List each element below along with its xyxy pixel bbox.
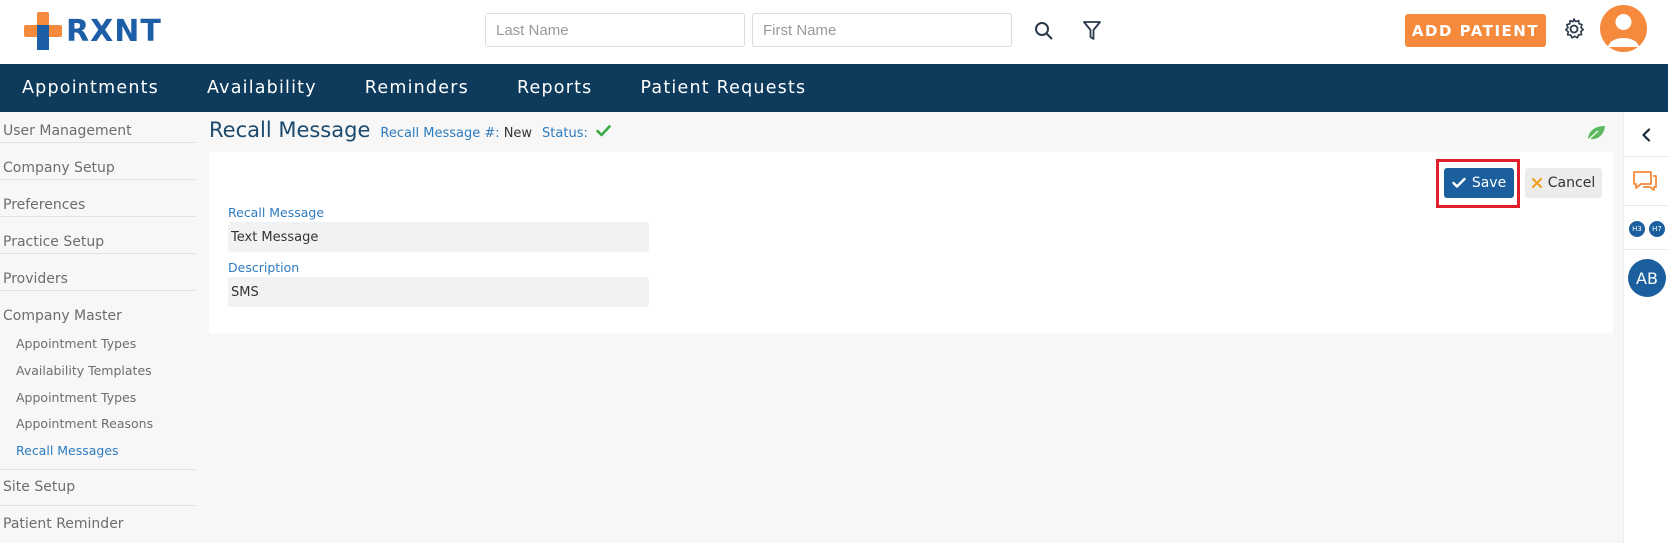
save-button[interactable]: Save	[1444, 168, 1514, 198]
top-header: RXNT ADD PATIENT	[0, 0, 1668, 64]
nav-availability[interactable]: Availability	[207, 78, 317, 98]
sidebar-subitem-availability-templates[interactable]: Availability Templates	[16, 363, 152, 378]
page-title: Recall Message	[209, 118, 371, 142]
sidebar-item-patient-reminder[interactable]: Patient Reminder	[3, 516, 124, 532]
rail-divider	[1623, 156, 1668, 157]
recall-message-label: Recall Message	[228, 205, 325, 220]
add-patient-button[interactable]: ADD PATIENT	[1405, 14, 1546, 47]
brand-name: RXNT	[66, 13, 162, 49]
filter-icon[interactable]	[1078, 17, 1106, 45]
cancel-button[interactable]: Cancel	[1525, 168, 1602, 198]
sidebar-subitem-appointment-types-2[interactable]: Appointment Types	[16, 390, 136, 405]
sidebar-divider	[0, 505, 196, 506]
sidebar-divider	[0, 253, 196, 254]
badge-h7[interactable]: H7	[1649, 221, 1665, 237]
badge-h3[interactable]: H3	[1629, 221, 1645, 237]
sidebar-item-providers[interactable]: Providers	[3, 271, 68, 287]
cancel-button-label: Cancel	[1547, 175, 1596, 191]
description-label: Description	[228, 260, 300, 275]
settings-sidebar: User Management Company Setup Preference…	[0, 112, 196, 543]
sidebar-item-site-setup[interactable]: Site Setup	[3, 479, 75, 495]
chevron-left-icon[interactable]	[1636, 125, 1656, 145]
sidebar-subitem-appointment-reasons[interactable]: Appointment Reasons	[16, 416, 153, 431]
sidebar-item-practice-setup[interactable]: Practice Setup	[3, 234, 104, 250]
description-input[interactable]	[228, 277, 649, 307]
chat-icon[interactable]	[1631, 168, 1659, 194]
user-initials-avatar[interactable]: AB	[1628, 259, 1666, 297]
status-label: Status:	[542, 126, 588, 141]
close-icon	[1531, 178, 1542, 188]
checkmark-icon	[1452, 177, 1466, 188]
user-avatar[interactable]	[1600, 5, 1647, 52]
first-name-input[interactable]	[752, 13, 1012, 47]
sidebar-subitem-recall-messages[interactable]: Recall Messages	[16, 443, 119, 458]
recall-message-input[interactable]	[228, 222, 649, 252]
settings-gear-icon[interactable]	[1561, 16, 1587, 42]
status-check-icon	[596, 122, 611, 141]
save-button-label: Save	[1471, 175, 1507, 191]
sidebar-item-preferences[interactable]: Preferences	[3, 197, 85, 213]
recall-number-value: New	[503, 126, 533, 141]
sidebar-divider	[0, 290, 196, 291]
sidebar-divider	[0, 469, 196, 470]
sidebar-item-company-setup[interactable]: Company Setup	[3, 160, 115, 176]
last-name-input[interactable]	[485, 13, 745, 47]
sidebar-item-user-management[interactable]: User Management	[3, 123, 132, 139]
cross-logo-icon	[24, 12, 62, 50]
main-nav: Appointments Availability Reminders Repo…	[0, 64, 1668, 112]
sidebar-item-company-master[interactable]: Company Master	[3, 308, 122, 324]
rxnt-logo[interactable]: RXNT	[24, 12, 162, 50]
sidebar-divider	[0, 179, 196, 180]
page-header: Recall Message Recall Message #: New Sta…	[209, 118, 611, 148]
recall-number-label: Recall Message #:	[380, 126, 500, 141]
rail-divider	[1623, 205, 1668, 206]
nav-appointments[interactable]: Appointments	[22, 78, 159, 98]
leaf-icon[interactable]	[1585, 122, 1607, 144]
sidebar-divider	[0, 142, 196, 143]
nav-reminders[interactable]: Reminders	[365, 78, 469, 98]
rail-divider	[1623, 249, 1668, 250]
search-icon[interactable]	[1030, 17, 1058, 45]
sidebar-divider	[0, 216, 196, 217]
nav-patient-requests[interactable]: Patient Requests	[640, 78, 806, 98]
sidebar-subitem-appointment-types[interactable]: Appointment Types	[16, 336, 136, 351]
nav-reports[interactable]: Reports	[517, 78, 593, 98]
